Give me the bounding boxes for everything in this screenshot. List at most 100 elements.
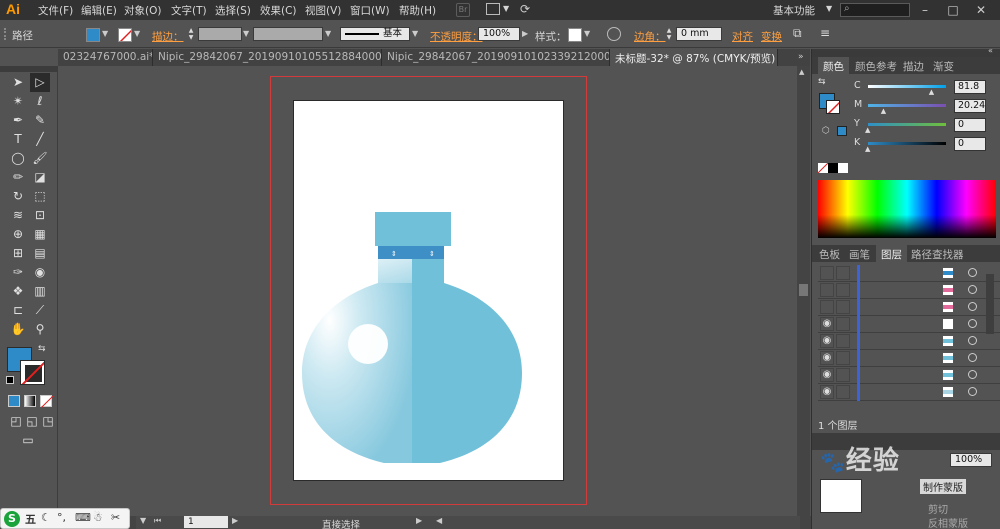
scroll-left-icon[interactable]: ◀ bbox=[436, 516, 442, 525]
none-mode-icon[interactable] bbox=[40, 395, 54, 409]
stroke-color-swatch[interactable] bbox=[118, 28, 132, 42]
channel-slider[interactable] bbox=[868, 104, 946, 107]
paintbrush-tool-icon[interactable]: 🖌 bbox=[30, 149, 50, 168]
artboard[interactable]: ⇕ ⇕ bbox=[293, 100, 564, 481]
collapse-icon[interactable]: « bbox=[988, 46, 993, 55]
draw-inside-icon[interactable]: ◳ bbox=[38, 412, 58, 431]
menu-object[interactable]: 对象(O) bbox=[124, 3, 161, 18]
document-tab-active[interactable]: 未标题-32* @ 87% (CMYK/预览)× bbox=[610, 49, 778, 66]
gradient-tool-icon[interactable]: ▤ bbox=[30, 244, 50, 263]
vertical-scrollbar[interactable]: ▲ bbox=[797, 66, 810, 516]
eye-icon[interactable]: ◉ bbox=[820, 334, 834, 348]
menu-file[interactable]: 文件(F) bbox=[38, 3, 73, 18]
scrollbar-thumb[interactable] bbox=[799, 284, 808, 296]
lock-toggle[interactable] bbox=[836, 317, 850, 331]
menu-window[interactable]: 窗口(W) bbox=[350, 3, 390, 18]
lock-toggle[interactable] bbox=[836, 300, 850, 314]
eye-icon[interactable]: ◉ bbox=[820, 368, 834, 382]
curvature-tool-icon[interactable]: ✎ bbox=[30, 111, 50, 130]
eraser-tool-icon[interactable]: ◪ bbox=[30, 168, 50, 187]
color-panel-stroke[interactable] bbox=[826, 100, 840, 114]
perspective-grid-tool-icon[interactable]: ▦ bbox=[30, 225, 50, 244]
target-icon[interactable] bbox=[968, 302, 977, 311]
eye-icon[interactable] bbox=[820, 283, 834, 297]
type-tool-icon[interactable]: T bbox=[8, 130, 28, 149]
blend-tool-icon[interactable]: ◉ bbox=[30, 263, 50, 282]
screen-mode-icon[interactable]: ▭ bbox=[18, 431, 38, 450]
column-graph-tool-icon[interactable]: ▥ bbox=[30, 282, 50, 301]
variable-width-profile[interactable] bbox=[253, 27, 323, 41]
chevron-down-icon[interactable]: ▼ bbox=[503, 4, 509, 13]
channel-value[interactable]: 0 bbox=[954, 118, 986, 132]
menu-help[interactable]: 帮助(H) bbox=[399, 3, 436, 18]
punctuation-icon[interactable]: °, bbox=[57, 511, 66, 524]
stroke-label[interactable]: 描边： bbox=[152, 29, 184, 44]
status-menu-icon[interactable]: ▶ bbox=[416, 516, 422, 525]
lock-toggle[interactable] bbox=[836, 266, 850, 280]
chevron-down-icon[interactable]: ▼ bbox=[826, 4, 832, 13]
moon-icon[interactable]: ☾ bbox=[41, 511, 51, 524]
lock-toggle[interactable] bbox=[836, 368, 850, 382]
line-tool-icon[interactable]: ╱ bbox=[30, 130, 50, 149]
sogou-logo-icon[interactable]: S bbox=[4, 511, 20, 527]
eye-icon[interactable] bbox=[820, 266, 834, 280]
tab-layers[interactable]: 图层 bbox=[876, 245, 907, 262]
arrange-documents-icon[interactable] bbox=[486, 3, 500, 15]
opacity-label[interactable]: 不透明度： bbox=[430, 29, 483, 44]
corner-radius-field[interactable]: 0 mm bbox=[676, 27, 722, 41]
target-icon[interactable] bbox=[968, 319, 977, 328]
channel-slider[interactable] bbox=[868, 123, 946, 126]
channel-slider[interactable] bbox=[868, 142, 946, 145]
web-safe-swatch[interactable] bbox=[837, 126, 847, 136]
tab-color[interactable]: 颜色 bbox=[818, 57, 849, 74]
channel-value[interactable]: 81.8 bbox=[954, 80, 986, 94]
input-mode[interactable]: 五 bbox=[25, 511, 36, 527]
transform-link[interactable]: 变换 bbox=[761, 29, 782, 44]
selection-tool-icon[interactable]: ➤ bbox=[8, 73, 28, 92]
layers-scrollbar[interactable] bbox=[986, 274, 994, 334]
bottle-highlight[interactable] bbox=[348, 324, 388, 364]
gradient-mode-icon[interactable] bbox=[24, 395, 36, 407]
first-page-icon[interactable]: ⏮ bbox=[154, 516, 161, 526]
slice-tool-icon[interactable]: ⟋ bbox=[30, 301, 50, 320]
magic-wand-tool-icon[interactable]: ✴ bbox=[8, 92, 28, 111]
minimize-button[interactable]: – bbox=[914, 1, 936, 19]
layer-row[interactable]: ◉ bbox=[818, 350, 1000, 367]
channel-slider[interactable] bbox=[868, 85, 946, 88]
chevron-down-icon[interactable]: ▼ bbox=[325, 29, 331, 38]
maximize-button[interactable]: □ bbox=[942, 1, 964, 19]
symbol-sprayer-tool-icon[interactable]: ❖ bbox=[8, 282, 28, 301]
target-icon[interactable] bbox=[968, 268, 977, 277]
opacity-field[interactable]: 100% bbox=[478, 27, 520, 41]
slider-knob-icon[interactable]: ▲ bbox=[865, 145, 870, 153]
lock-toggle[interactable] bbox=[836, 283, 850, 297]
grip-handle[interactable] bbox=[4, 28, 8, 40]
layer-row[interactable] bbox=[818, 265, 1000, 282]
target-icon[interactable] bbox=[968, 387, 977, 396]
slider-knob-icon[interactable]: ▲ bbox=[881, 107, 886, 115]
ellipse-tool-icon[interactable]: ◯ bbox=[8, 149, 28, 168]
slider-knob-icon[interactable]: ▲ bbox=[929, 88, 934, 96]
mesh-tool-icon[interactable]: ⊞ bbox=[8, 244, 28, 263]
slider-knob-icon[interactable]: ▲ bbox=[865, 126, 870, 134]
white-swatch[interactable] bbox=[838, 163, 848, 173]
panel-menu-icon[interactable]: ≡ bbox=[820, 26, 830, 40]
dock-header[interactable]: « bbox=[812, 46, 1000, 57]
layer-row[interactable]: ◉ bbox=[818, 384, 1000, 401]
color-mode-icon[interactable] bbox=[8, 395, 20, 407]
target-icon[interactable] bbox=[968, 336, 977, 345]
menu-select[interactable]: 选择(S) bbox=[215, 3, 251, 18]
color-spectrum[interactable] bbox=[818, 180, 996, 238]
swap-icon[interactable]: ⇆ bbox=[818, 77, 826, 87]
layer-row[interactable] bbox=[818, 282, 1000, 299]
chevron-down-icon[interactable]: ▼ bbox=[102, 29, 108, 38]
recolor-artwork-icon[interactable] bbox=[607, 27, 621, 41]
clip-checkbox[interactable]: 剪切 bbox=[928, 501, 948, 516]
document-tab[interactable]: Nipic_29842067_20190910102339212000.ai*× bbox=[382, 49, 610, 66]
invert-mask-checkbox[interactable]: 反相蒙版 bbox=[928, 515, 968, 529]
eyedropper-tool-icon[interactable]: ✑ bbox=[8, 263, 28, 282]
sync-icon[interactable]: ⟳ bbox=[520, 2, 530, 16]
chevron-right-icon[interactable]: ▶ bbox=[522, 29, 528, 38]
transparency-opacity[interactable]: 100% bbox=[950, 453, 992, 467]
target-icon[interactable] bbox=[968, 353, 977, 362]
